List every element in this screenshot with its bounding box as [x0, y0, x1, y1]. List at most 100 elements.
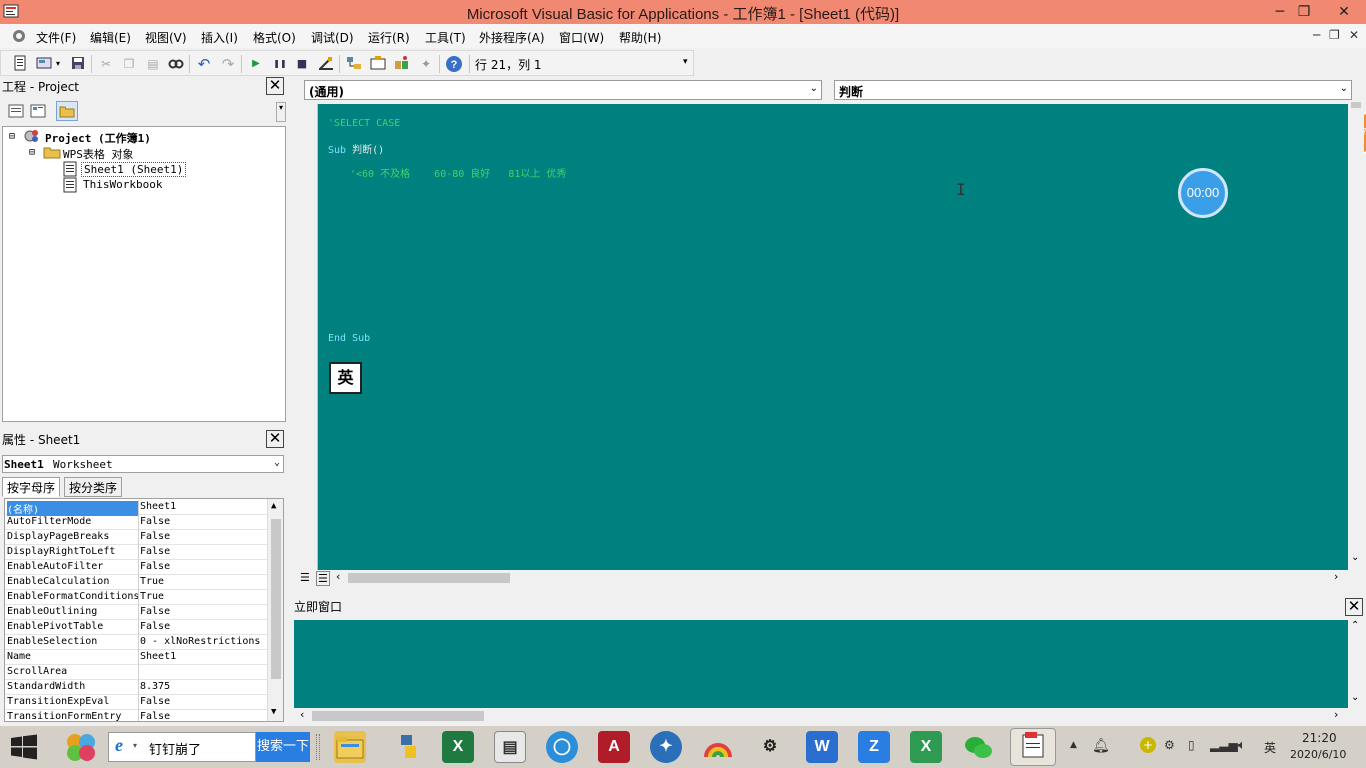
browser-circle-icon[interactable]: ◯	[546, 731, 578, 763]
redo-icon[interactable]: ↷	[219, 55, 237, 73]
chevron-down-icon[interactable]: ⌄	[1340, 83, 1348, 94]
tray-settings-icon[interactable]: ⚙	[1164, 738, 1175, 752]
menu-tools[interactable]: 工具(T)	[425, 29, 466, 46]
menu-addins[interactable]: 外接程序(A)	[479, 29, 545, 46]
chevron-down-icon[interactable]: ⌄	[274, 457, 280, 468]
immediate-vertical-scrollbar[interactable]: ⌃ ⌄	[1348, 620, 1364, 708]
toolbox-icon[interactable]: ✦	[417, 55, 435, 73]
network-signal-icon[interactable]: ▂▃▅	[1210, 738, 1238, 752]
properties-scrollbar[interactable]: ▲ ▼	[267, 499, 283, 721]
menu-debug[interactable]: 调试(D)	[311, 29, 354, 46]
toggle-folders-icon[interactable]	[56, 101, 78, 121]
scroll-down-icon[interactable]: ⌄	[1351, 552, 1359, 563]
property-value[interactable]: Sheet1	[140, 501, 176, 512]
code-margin-indicator-bar[interactable]	[294, 104, 318, 570]
mdi-close-button[interactable]: ✕	[1349, 28, 1359, 42]
menu-format[interactable]: 格式(O)	[253, 29, 296, 46]
rainbow-app-icon[interactable]	[702, 731, 734, 763]
property-row[interactable]: AutoFilterMode False	[5, 515, 267, 530]
property-row[interactable]: EnableFormatConditions True	[5, 590, 267, 605]
vba-taskbar-icon[interactable]	[1010, 728, 1056, 766]
scroll-thumb[interactable]	[271, 519, 281, 679]
view-excel-icon[interactable]	[11, 55, 29, 73]
copy-icon[interactable]: ❐	[120, 55, 138, 73]
scroll-thumb[interactable]	[348, 573, 510, 583]
full-module-view-icon[interactable]: ☰	[316, 571, 330, 586]
code-vertical-scrollbar[interactable]: ⌄	[1348, 102, 1364, 570]
scroll-down-icon[interactable]: ⌄	[1351, 692, 1359, 703]
search-dropdown-icon[interactable]: ▾	[133, 741, 137, 750]
timer-widget[interactable]: 00:00	[1178, 168, 1228, 218]
file-explorer-icon[interactable]	[334, 731, 366, 763]
code-editor[interactable]: 'SELECT CASE Sub 判断() '<60 不及格 60-80 良好 …	[318, 104, 1366, 570]
vba-menu-icon[interactable]	[10, 28, 28, 47]
paste-icon[interactable]: ▤	[144, 55, 162, 73]
property-value[interactable]: False	[140, 561, 170, 572]
excel-icon[interactable]: X	[442, 731, 474, 763]
pause-button[interactable]: ❚❚	[271, 55, 289, 73]
object-browser-icon[interactable]	[393, 55, 411, 73]
battery-icon[interactable]: ▯	[1188, 738, 1195, 752]
undo-icon[interactable]: ↶	[195, 55, 213, 73]
scroll-left-icon[interactable]: ‹	[336, 570, 340, 583]
property-value[interactable]: False	[140, 546, 170, 557]
spreadsheet-app-icon[interactable]: X	[910, 731, 942, 763]
windows-start-icon[interactable]	[10, 734, 38, 763]
scroll-thumb[interactable]	[1351, 102, 1361, 108]
property-row[interactable]: EnablePivotTable False	[5, 620, 267, 635]
tab-categorized[interactable]: 按分类序	[64, 477, 123, 497]
menu-view[interactable]: 视图(V)	[145, 29, 187, 46]
tree-item-sheet1[interactable]: Sheet1 (Sheet1)	[81, 162, 187, 177]
reset-button[interactable]: ■	[293, 55, 311, 73]
tree-expander-icon[interactable]: ⊟	[9, 131, 15, 142]
z-app-icon[interactable]: Z	[858, 731, 890, 763]
property-value[interactable]: False	[140, 696, 170, 707]
tree-item-thisworkbook[interactable]: ThisWorkbook	[83, 178, 162, 191]
project-scroll-icon[interactable]: ▾	[276, 102, 286, 122]
scroll-right-icon[interactable]: ›	[1334, 708, 1338, 721]
property-row[interactable]: DisplayPageBreaks False	[5, 530, 267, 545]
property-row[interactable]: TransitionFormEntry False	[5, 710, 267, 721]
mdi-restore-button[interactable]: ❐	[1329, 28, 1340, 42]
menu-file[interactable]: 文件(F)	[36, 29, 76, 46]
tree-expander-icon[interactable]: ⊟	[29, 147, 35, 158]
immediate-horizontal-scrollbar[interactable]: ‹ ›	[294, 708, 1348, 724]
property-row[interactable]: (名称) Sheet1	[5, 500, 267, 516]
property-value[interactable]: 0 - xlNoRestrictions	[140, 636, 260, 647]
property-value[interactable]: True	[140, 576, 164, 587]
code-horizontal-scrollbar[interactable]: ☰ ☰ ‹ ›	[294, 570, 1350, 586]
property-row[interactable]: StandardWidth 8.375	[5, 680, 267, 695]
clock-time[interactable]: 21:20	[1302, 731, 1337, 745]
notification-bell-icon[interactable]: 🔔︎	[1092, 738, 1110, 754]
view-code-icon[interactable]	[8, 104, 24, 121]
menu-run[interactable]: 运行(R)	[368, 29, 410, 46]
volume-icon[interactable]: 🔈︎	[1238, 738, 1246, 753]
toolbar-options-icon[interactable]: ▾	[683, 57, 688, 67]
taskbar-search-box[interactable]: e ▾ 钉钉崩了	[108, 732, 256, 762]
scroll-up-icon[interactable]: ▲	[271, 501, 276, 511]
taskbar-search-button[interactable]: 搜索一下	[256, 732, 310, 762]
property-row[interactable]: TransitionExpEval False	[5, 695, 267, 710]
scroll-up-icon[interactable]: ⌃	[1351, 620, 1359, 631]
project-close-button[interactable]: ✕	[266, 77, 284, 95]
procedure-view-icon[interactable]: ☰	[300, 571, 310, 584]
property-value[interactable]: Sheet1	[140, 651, 176, 662]
find-icon[interactable]	[167, 55, 185, 73]
tools-app-icon[interactable]: ✦	[650, 731, 682, 763]
wechat-icon[interactable]	[962, 731, 994, 763]
menu-insert[interactable]: 插入(I)	[201, 29, 238, 46]
ime-indicator[interactable]: 英	[329, 362, 362, 394]
property-row[interactable]: EnableAutoFilter False	[5, 560, 267, 575]
menu-help[interactable]: 帮助(H)	[619, 29, 661, 46]
menu-window[interactable]: 窗口(W)	[559, 29, 604, 46]
scroll-left-icon[interactable]: ‹	[300, 708, 304, 721]
clock-date[interactable]: 2020/6/10	[1290, 748, 1346, 761]
document-viewer-icon[interactable]: ▤	[494, 731, 526, 763]
tree-project-root[interactable]: Project (工作簿1)	[45, 130, 151, 146]
restore-button[interactable]: ❐	[1293, 2, 1315, 22]
access-icon[interactable]: A	[598, 731, 630, 763]
procedure-combo[interactable]: 判断 ⌄	[834, 80, 1352, 100]
close-button[interactable]: ✕	[1333, 2, 1355, 22]
property-row[interactable]: EnableOutlining False	[5, 605, 267, 620]
insert-userform-icon[interactable]	[35, 55, 53, 73]
